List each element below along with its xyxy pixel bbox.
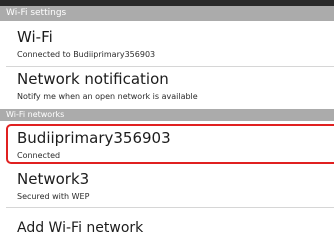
network-notification-item[interactable]: Network notification Notify me when an o… [0,71,334,102]
wifi-title: Wi-Fi [17,28,53,46]
add-wifi-network-label: Add Wi-Fi network [17,220,144,236]
network-notification-title: Network notification [17,70,169,88]
divider [6,207,334,208]
wifi-toggle-item[interactable]: Wi-Fi Connected to Budiiprimary356903 [0,29,334,60]
network-name: Budiiprimary356903 [17,129,171,147]
wifi-networks-section-header: Wi-Fi networks [0,109,334,121]
divider [6,66,334,67]
network-item-budiiprimary356903[interactable]: Budiiprimary356903 Connected [0,130,334,161]
wifi-settings-screen: Wi-Fi settings Wi-Fi Connected to Budiip… [0,0,334,249]
network-notification-summary: Notify me when an open network is availa… [17,92,198,101]
wifi-settings-section-header: Wi-Fi settings [0,6,334,21]
add-wifi-network-item[interactable]: Add Wi-Fi network [0,220,334,237]
network-name: Network3 [17,170,90,188]
wifi-summary: Connected to Budiiprimary356903 [17,50,156,59]
network-status: Secured with WEP [17,192,90,201]
network-status: Connected [17,151,61,160]
network-item-network3[interactable]: Network3 Secured with WEP [0,171,334,202]
